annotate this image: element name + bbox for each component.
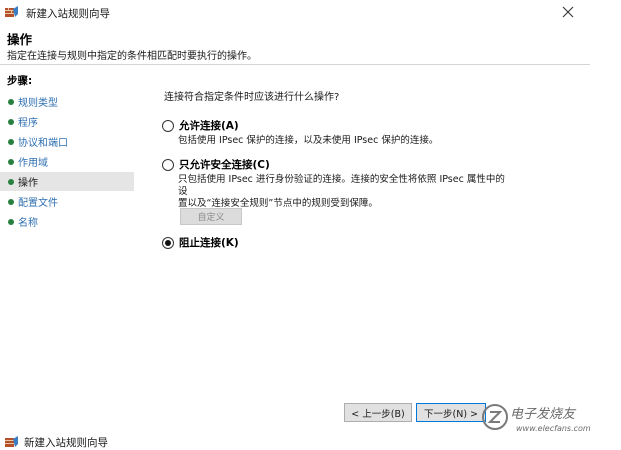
- second-window-title: 新建入站规则向导: [24, 437, 108, 449]
- sidebar-item-protocol-ports[interactable]: 协议和端口: [0, 132, 134, 151]
- block-connection-label: 阻止连接(K): [179, 237, 239, 249]
- customize-button[interactable]: 自定义: [180, 208, 242, 225]
- window-title: 新建入站规则向导: [26, 8, 110, 20]
- step-bullet-icon: [8, 98, 14, 105]
- firewall-icon: [5, 6, 18, 17]
- sidebar-item-label: 操作: [18, 178, 38, 189]
- sidebar-item-scope[interactable]: 作用域: [0, 152, 134, 171]
- next-button[interactable]: 下一步(N) >: [416, 403, 486, 422]
- secure-connection-description: 只包括使用 IPsec 进行身份验证的连接。连接的安全性将依照 IPsec 属性…: [178, 174, 508, 210]
- step-bullet-icon: [8, 218, 14, 225]
- page-title: 操作: [7, 32, 33, 47]
- sidebar-item-action[interactable]: 操作: [0, 172, 134, 191]
- step-bullet-icon: [8, 178, 14, 185]
- allow-connection-label: 允许连接(A): [179, 120, 239, 132]
- block-connection-radio[interactable]: [162, 236, 174, 249]
- sidebar-item-label: 配置文件: [18, 198, 58, 209]
- sidebar-item-label: 作用域: [18, 158, 48, 169]
- page-description: 指定在连接与规则中指定的条件相匹配时要执行的操作。: [7, 51, 257, 62]
- step-bullet-icon: [8, 198, 14, 205]
- allow-connection-option[interactable]: 允许连接(A): [162, 118, 239, 133]
- step-bullet-icon: [8, 138, 14, 145]
- block-connection-option[interactable]: 阻止连接(K): [162, 235, 239, 250]
- steps-label: 步骤:: [7, 75, 33, 87]
- steps-sidebar: 步骤: 规则类型 程序 协议和端口 作用域 操作 配置文件 名称: [0, 67, 137, 423]
- content-panel: 连接符合指定条件时应该进行什么操作? 允许连接(A) 包括使用 IPsec 保护…: [138, 67, 576, 423]
- sidebar-item-rule-type[interactable]: 规则类型: [0, 92, 134, 111]
- second-window-title-bar: 新建入站规则向导: [0, 432, 621, 450]
- watermark-logo-icon: [482, 404, 508, 430]
- page-header: 操作 指定在连接与规则中指定的条件相匹配时要执行的操作。: [0, 26, 590, 65]
- wizard-page: 新建入站规则向导 操作 指定在连接与规则中指定的条件相匹配时要执行的操作。 步骤…: [0, 0, 621, 450]
- sidebar-item-label: 程序: [18, 118, 38, 129]
- back-button[interactable]: < 上一步(B): [344, 403, 412, 422]
- secure-connection-desc-line1: 只包括使用 IPsec 进行身份验证的连接。连接的安全性将依照 IPsec 属性…: [178, 174, 505, 197]
- allow-connection-radio[interactable]: [162, 119, 174, 132]
- action-question: 连接符合指定条件时应该进行什么操作?: [164, 92, 340, 103]
- watermark-text: 电子发烧友: [510, 407, 576, 422]
- sidebar-item-label: 协议和端口: [18, 138, 68, 149]
- close-icon: [562, 6, 574, 18]
- secure-connection-label: 只允许安全连接(C): [179, 159, 270, 171]
- sidebar-item-program[interactable]: 程序: [0, 112, 134, 131]
- title-bar: 新建入站规则向导: [0, 0, 621, 26]
- close-button[interactable]: [556, 0, 580, 24]
- allow-connection-description: 包括使用 IPsec 保护的连接，以及未使用 IPsec 保护的连接。: [178, 135, 439, 146]
- step-bullet-icon: [8, 118, 14, 125]
- secure-connection-radio[interactable]: [162, 158, 174, 171]
- sidebar-item-label: 规则类型: [18, 98, 58, 109]
- sidebar-item-name[interactable]: 名称: [0, 212, 134, 231]
- firewall-icon: [5, 436, 18, 447]
- secure-connection-option[interactable]: 只允许安全连接(C): [162, 157, 270, 172]
- sidebar-item-profile[interactable]: 配置文件: [0, 192, 134, 211]
- step-bullet-icon: [8, 158, 14, 165]
- sidebar-item-label: 名称: [18, 218, 38, 229]
